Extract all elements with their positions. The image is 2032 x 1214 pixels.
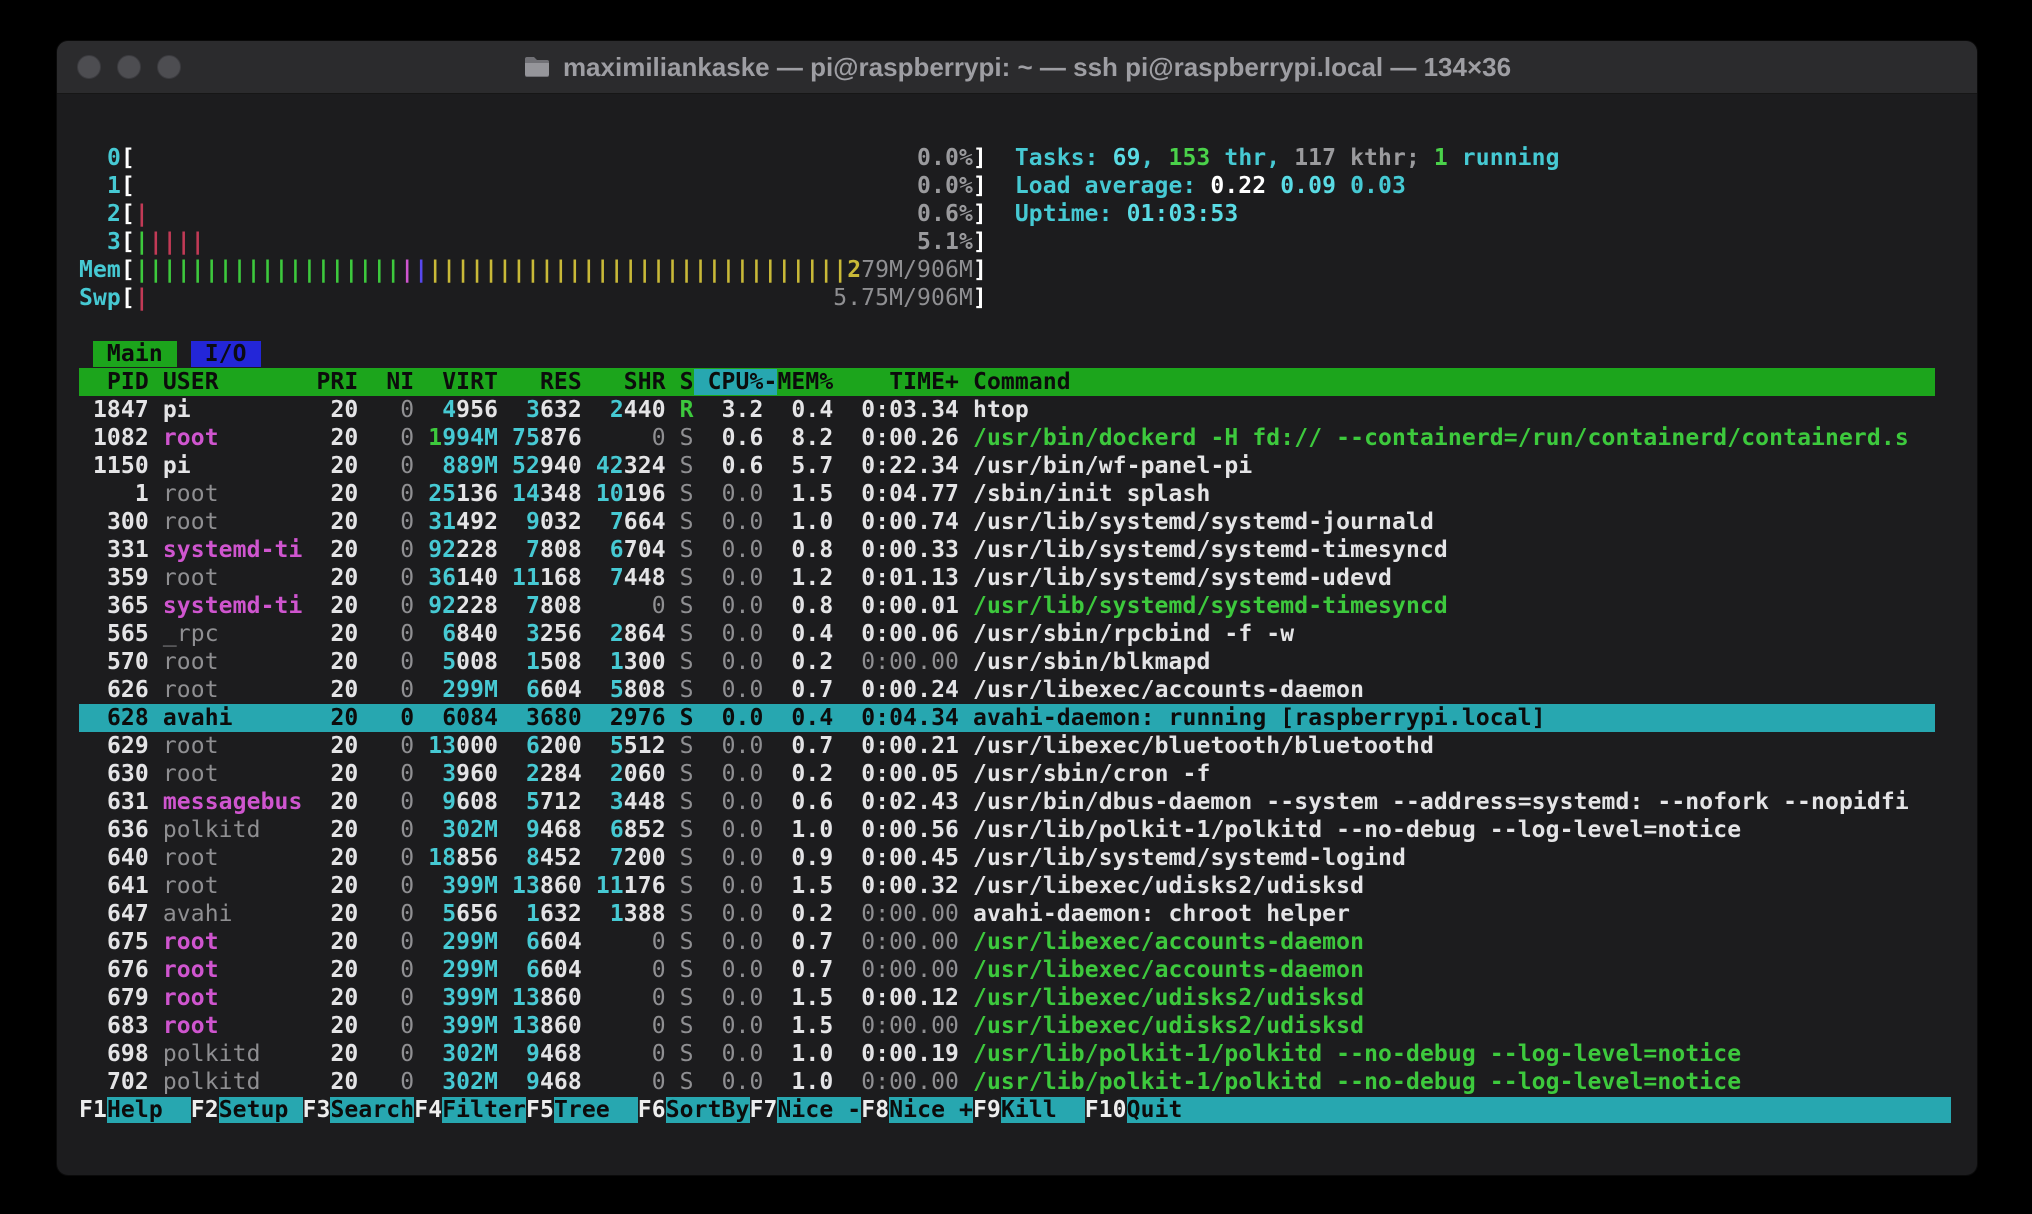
column-header-res[interactable] [512, 369, 540, 395]
fkey-action-label: Kill [1001, 1097, 1085, 1123]
fkey-action-label: Search [330, 1097, 414, 1123]
process-row-1[interactable]: 1 root 20 0 25136 14348 10196 S 0.0 1.5 … [79, 480, 1935, 508]
process-row-640[interactable]: 640 root 20 0 18856 8452 7200 S 0.0 0.9 … [79, 844, 1935, 872]
fbar-fill [1183, 1097, 1951, 1123]
fkey-action-label: Tree [554, 1097, 638, 1123]
process-row-675[interactable]: 675 root 20 0 299M 6604 0 S 0.0 0.7 0:00… [79, 928, 1935, 956]
f1-key-label: F1 [79, 1097, 107, 1123]
process-row-647[interactable]: 647 avahi 20 0 5656 1632 1388 S 0.0 0.2 … [79, 900, 1935, 928]
traffic-lights [77, 55, 181, 79]
column-header-ni[interactable] [372, 369, 386, 395]
f2-key-label: F2 [191, 1097, 219, 1123]
column-header-virt[interactable]: VIRT [442, 369, 498, 395]
function-bar: F1Help F2Setup F3SearchF4FilterF5Tree F6… [79, 1096, 1935, 1124]
column-header-pid[interactable] [79, 369, 107, 395]
process-row-331[interactable]: 331 systemd-ti 20 0 92228 7808 6704 S 0.… [79, 536, 1935, 564]
meter-mem: Mem[||||||||||||||||||||||||||||||||||||… [79, 256, 1935, 284]
zoom-button[interactable] [157, 55, 181, 79]
fkey-search[interactable]: F3Search [303, 1097, 415, 1123]
folder-icon [523, 55, 551, 79]
meter-0: 0[ 0.0%] Tasks: 69, 153 thr, 117 kthr; 1… [79, 144, 1935, 172]
process-row-1847[interactable]: 1847 pi 20 0 4956 3632 2440 R 3.2 0.4 0:… [79, 396, 1935, 424]
process-row-631[interactable]: 631 messagebus 20 0 9608 5712 3448 S 0.0… [79, 788, 1935, 816]
fkey-sortby[interactable]: F6SortBy [638, 1097, 750, 1123]
tab-io[interactable]: I/O [191, 341, 261, 367]
process-row-702[interactable]: 702 polkitd 20 0 302M 9468 0 S 0.0 1.0 0… [79, 1068, 1935, 1096]
fkey-action-label: SortBy [666, 1097, 750, 1123]
fkey-help[interactable]: F1Help [79, 1097, 191, 1123]
terminal-grid: 0[ 0.0%] Tasks: 69, 153 thr, 117 kthr; 1… [57, 94, 1977, 1124]
column-header-command[interactable]: Command [973, 369, 1071, 395]
process-row-676[interactable]: 676 root 20 0 299M 6604 0 S 0.0 0.7 0:00… [79, 956, 1935, 984]
f7-key-label: F7 [750, 1097, 778, 1123]
titlebar: maximiliankaske — pi@raspberrypi: ~ — ss… [57, 41, 1977, 94]
column-header-time[interactable]: TIME+ [889, 369, 959, 395]
fkey-action-label: Quit [1127, 1097, 1183, 1123]
process-row-629[interactable]: 629 root 20 0 13000 6200 5512 S 0.0 0.7 … [79, 732, 1935, 760]
process-row-1150[interactable]: 1150 pi 20 0 889M 52940 42324 S 0.6 5.7 … [79, 452, 1935, 480]
fkey-action-label: Help [107, 1097, 191, 1123]
blank-line [79, 312, 1935, 340]
column-header-time[interactable] [847, 369, 889, 395]
column-header-user[interactable]: USER [163, 369, 219, 395]
column-header-pri[interactable]: PRI [316, 369, 358, 395]
process-row-365[interactable]: 365 systemd-ti 20 0 92228 7808 0 S 0.0 0… [79, 592, 1935, 620]
column-header-shr[interactable] [596, 369, 624, 395]
column-header-mem[interactable]: MEM% [777, 369, 833, 395]
fkey-kill[interactable]: F9Kill [973, 1097, 1085, 1123]
fkey-nice[interactable]: F7Nice - [750, 1097, 862, 1123]
fkey-tree[interactable]: F5Tree [526, 1097, 638, 1123]
meter-3: 3[||||| 5.1%] [79, 228, 1935, 256]
process-row-300[interactable]: 300 root 20 0 31492 9032 7664 S 0.0 1.0 … [79, 508, 1935, 536]
process-row-628[interactable]: 628 avahi 20 0 6084 3680 2976 S 0.0 0.4 … [79, 704, 1935, 732]
process-row-359[interactable]: 359 root 20 0 36140 11168 7448 S 0.0 1.2… [79, 564, 1935, 592]
process-row-679[interactable]: 679 root 20 0 399M 13860 0 S 0.0 1.5 0:0… [79, 984, 1935, 1012]
process-row-565[interactable]: 565 _rpc 20 0 6840 3256 2864 S 0.0 0.4 0… [79, 620, 1935, 648]
window-title: maximiliankaske — pi@raspberrypi: ~ — ss… [563, 52, 1511, 83]
process-row-641[interactable]: 641 root 20 0 399M 13860 11176 S 0.0 1.5… [79, 872, 1935, 900]
process-row-683[interactable]: 683 root 20 0 399M 13860 0 S 0.0 1.5 0:0… [79, 1012, 1935, 1040]
tab-main[interactable]: Main [93, 341, 177, 367]
process-row-1082[interactable]: 1082 root 20 0 1994M 75876 0 S 0.6 8.2 0… [79, 424, 1935, 452]
column-header-pid[interactable]: PID [107, 369, 149, 395]
meter-1: 1[ 0.0%] Load average: 0.22 0.09 0.03 [79, 172, 1935, 200]
f3-key-label: F3 [303, 1097, 331, 1123]
column-header-virt[interactable] [428, 369, 442, 395]
fkey-action-label: Filter [442, 1097, 526, 1123]
process-row-626[interactable]: 626 root 20 0 299M 6604 5808 S 0.0 0.7 0… [79, 676, 1935, 704]
column-header-res[interactable]: RES [540, 369, 582, 395]
f8-key-label: F8 [861, 1097, 889, 1123]
process-row-636[interactable]: 636 polkitd 20 0 302M 9468 6852 S 0.0 1.… [79, 816, 1935, 844]
fkey-action-label: Setup [219, 1097, 303, 1123]
process-row-698[interactable]: 698 polkitd 20 0 302M 9468 0 S 0.0 1.0 0… [79, 1040, 1935, 1068]
fkey-nice[interactable]: F8Nice + [861, 1097, 973, 1123]
fkey-action-label: Nice - [777, 1097, 861, 1123]
process-row-630[interactable]: 630 root 20 0 3960 2284 2060 S 0.0 0.2 0… [79, 760, 1935, 788]
column-header-shr[interactable]: SHR [624, 369, 666, 395]
column-header-user[interactable] [219, 369, 303, 395]
minimize-button[interactable] [117, 55, 141, 79]
f10-key-label: F10 [1085, 1097, 1127, 1123]
process-row-570[interactable]: 570 root 20 0 5008 1508 1300 S 0.0 0.2 0… [79, 648, 1935, 676]
fkey-filter[interactable]: F4Filter [414, 1097, 526, 1123]
terminal-window: maximiliankaske — pi@raspberrypi: ~ — ss… [56, 40, 1978, 1176]
f5-key-label: F5 [526, 1097, 554, 1123]
meter-2: 2[| 0.6%] Uptime: 01:03:53 [79, 200, 1935, 228]
close-button[interactable] [77, 55, 101, 79]
f9-key-label: F9 [973, 1097, 1001, 1123]
column-header-cpu[interactable]: CPU% [708, 369, 764, 395]
blank-line [79, 116, 1935, 144]
fkey-quit[interactable]: F10Quit [1085, 1097, 1183, 1123]
f6-key-label: F6 [638, 1097, 666, 1123]
column-header-s[interactable]: S [680, 369, 694, 395]
meter-swp: Swp[| 5.75M/906M] [79, 284, 1935, 312]
f4-key-label: F4 [414, 1097, 442, 1123]
fkey-setup[interactable]: F2Setup [191, 1097, 303, 1123]
column-header-ni[interactable]: NI [386, 369, 414, 395]
fkey-action-label: Nice + [889, 1097, 973, 1123]
tab-bar: Main I/O [79, 340, 1935, 368]
table-header-row: PID USER PRI NI VIRT RES SHR S CPU%-MEM%… [79, 368, 1935, 396]
